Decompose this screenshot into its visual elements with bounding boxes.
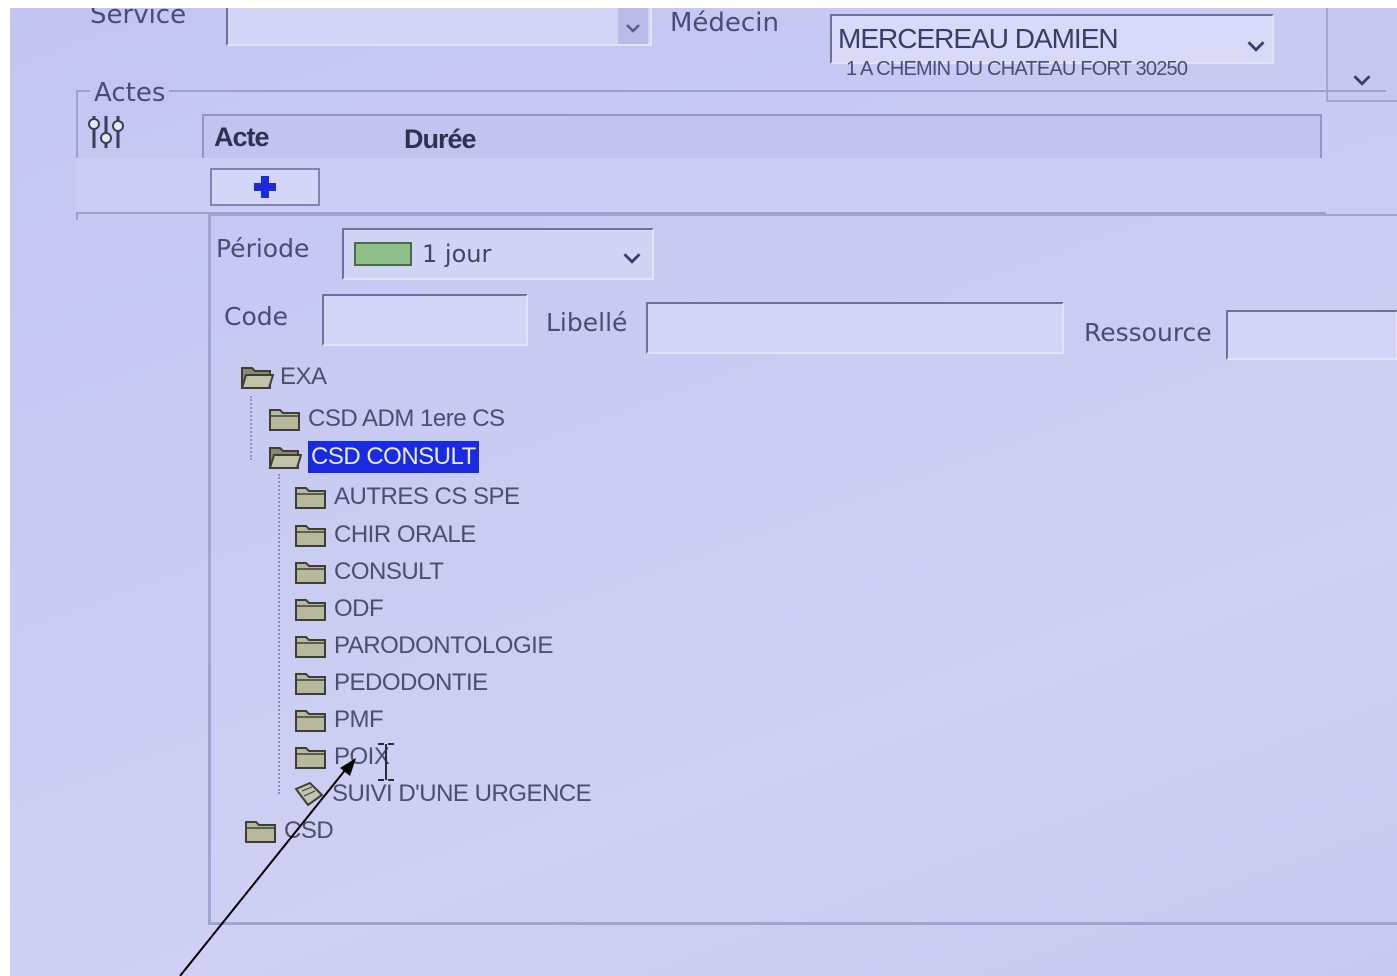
- folder-closed-icon: [295, 525, 326, 547]
- tree-node-label: CSD CONSULT: [308, 441, 479, 473]
- document-icon: [294, 781, 324, 807]
- tree-node-label: CSD: [284, 817, 334, 844]
- folder-closed-icon: [295, 673, 326, 695]
- folder-closed-icon: [295, 487, 326, 509]
- tree-connector: [278, 474, 280, 794]
- tree-connector: [250, 396, 252, 460]
- folder-closed-icon: [269, 409, 300, 431]
- folder-closed-icon: [245, 821, 276, 843]
- tree-node-label: PEDODONTIE: [334, 669, 488, 696]
- tree-node[interactable]: PARODONTOLOGIE: [294, 629, 553, 663]
- folder-closed-icon: [295, 599, 326, 621]
- folder-closed-icon: [295, 710, 326, 732]
- folder-closed-icon: [295, 562, 326, 584]
- tree-node[interactable]: PEDODONTIE: [294, 666, 488, 700]
- tree-node-label: ODF: [334, 595, 384, 622]
- tree-node[interactable]: SUIVI D'UNE URGENCE: [292, 777, 592, 811]
- tree-node-label: CHIR ORALE: [334, 521, 476, 548]
- tree-node[interactable]: CSD ADM 1ere CS: [268, 402, 505, 436]
- tree-node-label: AUTRES CS SPE: [334, 483, 520, 510]
- tree-node-selected[interactable]: CSD CONSULT: [268, 440, 479, 474]
- tree-node[interactable]: CHIR ORALE: [294, 518, 476, 552]
- tree-node[interactable]: AUTRES CS SPE: [294, 480, 520, 514]
- tree-node[interactable]: ODF: [294, 592, 384, 626]
- application-window: Service Médecin MERCEREAU DAMIEN 1 A CHE…: [10, 8, 1397, 976]
- folder-open-icon: [268, 447, 302, 469]
- tree-node-label: EXA: [280, 363, 327, 390]
- tree-node-label: CSD ADM 1ere CS: [308, 405, 505, 432]
- tree-node-label: PARODONTOLOGIE: [334, 632, 553, 659]
- tree-node[interactable]: PMF: [294, 703, 384, 737]
- folder-open-icon: [240, 367, 274, 389]
- tree-node[interactable]: CSD: [244, 814, 334, 848]
- tree-node-root[interactable]: EXA: [240, 360, 327, 394]
- tree-node-label: CONSULT: [334, 558, 444, 585]
- tree-node-label: SUIVI D'UNE URGENCE: [332, 780, 592, 807]
- text-cursor-icon: [378, 743, 394, 781]
- folder-closed-icon: [295, 747, 326, 769]
- tree-node[interactable]: CONSULT: [294, 555, 444, 589]
- folder-closed-icon: [295, 636, 326, 658]
- tree-node-label: PMF: [334, 706, 384, 733]
- photo-of-screen: Service Médecin MERCEREAU DAMIEN 1 A CHE…: [0, 0, 1397, 976]
- category-tree: EXA CSD ADM 1ere CS CSD CONSULT AUTRES C…: [10, 8, 1397, 976]
